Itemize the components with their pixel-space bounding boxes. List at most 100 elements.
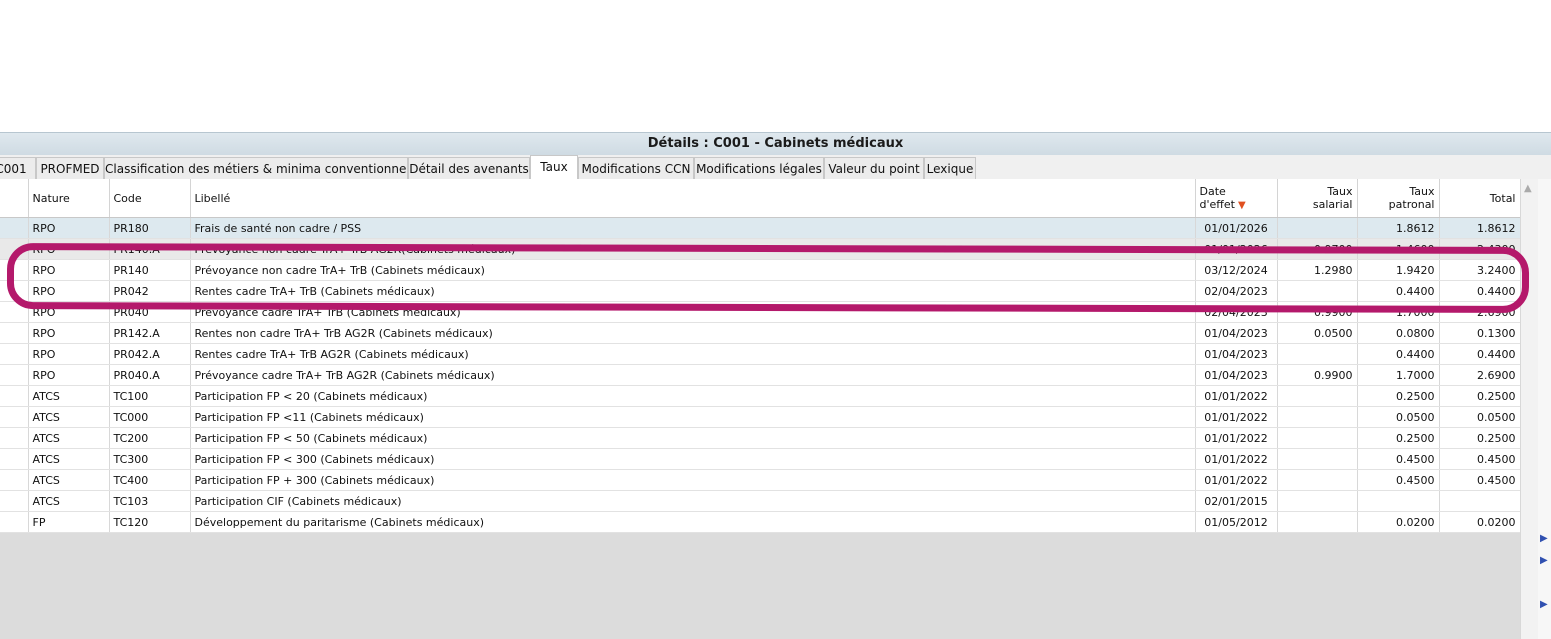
tab-valeur-du-point[interactable]: Valeur du point bbox=[824, 157, 924, 179]
table-row[interactable]: FP TC120 Développement du paritarisme (Cab… bbox=[0, 511, 1521, 533]
header-total[interactable]: Total bbox=[1439, 179, 1521, 218]
row-selector[interactable] bbox=[0, 511, 29, 533]
cell-code[interactable]: TC100 bbox=[109, 385, 191, 407]
cell-taux-salarial[interactable] bbox=[1277, 427, 1358, 449]
header-code[interactable]: Code bbox=[109, 179, 191, 218]
row-selector[interactable] bbox=[0, 301, 29, 323]
cell-nature[interactable]: ATCS bbox=[28, 448, 110, 470]
cell-libelle[interactable]: Rentes cadre TrA+ TrB AG2R (Cabinets méd… bbox=[190, 343, 1196, 365]
cell-total[interactable]: 0.0500 bbox=[1439, 406, 1521, 428]
tab-modifications-legales[interactable]: Modifications légales bbox=[694, 157, 824, 179]
cell-libelle[interactable]: Participation FP < 300 (Cabinets médicau… bbox=[190, 448, 1196, 470]
row-selector[interactable] bbox=[0, 364, 29, 386]
cell-taux-patronal[interactable]: 0.4400 bbox=[1357, 343, 1440, 365]
table-row[interactable]: RPO PR040 Prévoyance cadre TrA+ TrB (Cabin… bbox=[0, 301, 1521, 323]
row-selector[interactable] bbox=[0, 385, 29, 407]
cell-libelle[interactable]: Frais de santé non cadre / PSS bbox=[190, 217, 1196, 239]
tab-taux[interactable]: Taux bbox=[530, 155, 578, 179]
cell-code[interactable]: PR042.A bbox=[109, 343, 191, 365]
cell-total[interactable]: 2.6900 bbox=[1439, 364, 1521, 386]
cell-total[interactable]: 0.1300 bbox=[1439, 322, 1521, 344]
cell-taux-patronal[interactable]: 0.4500 bbox=[1357, 469, 1440, 491]
cell-total[interactable]: 2.6900 bbox=[1439, 301, 1521, 323]
vertical-scrollbar[interactable]: ▲ bbox=[1520, 179, 1539, 639]
cell-code[interactable]: TC103 bbox=[109, 490, 191, 512]
cell-taux-patronal[interactable]: 1.8612 bbox=[1357, 217, 1440, 239]
cell-total[interactable]: 0.4500 bbox=[1439, 469, 1521, 491]
cell-libelle[interactable]: Participation FP < 50 (Cabinets médicaux… bbox=[190, 427, 1196, 449]
cell-total[interactable]: 2.4300 bbox=[1439, 238, 1521, 260]
cell-total[interactable]: 1.8612 bbox=[1439, 217, 1521, 239]
cell-code[interactable]: TC300 bbox=[109, 448, 191, 470]
cell-libelle[interactable]: Prévoyance cadre TrA+ TrB (Cabinets médi… bbox=[190, 301, 1196, 323]
row-selector[interactable] bbox=[0, 469, 29, 491]
cell-taux-patronal[interactable]: 0.2500 bbox=[1357, 427, 1440, 449]
header-taux-patronal[interactable]: Taux patronal bbox=[1357, 179, 1440, 218]
cell-libelle[interactable]: Participation CIF (Cabinets médicaux) bbox=[190, 490, 1196, 512]
cell-taux-salarial[interactable] bbox=[1277, 385, 1358, 407]
cell-nature[interactable]: FP bbox=[28, 511, 110, 533]
cell-date-effet[interactable]: 01/05/2012 bbox=[1195, 511, 1278, 533]
cell-taux-patronal[interactable]: 1.4600 bbox=[1357, 238, 1440, 260]
cell-code[interactable]: TC000 bbox=[109, 406, 191, 428]
cell-total[interactable]: 3.2400 bbox=[1439, 259, 1521, 281]
cell-taux-salarial[interactable]: 0.9900 bbox=[1277, 301, 1358, 323]
cell-code[interactable]: PR142.A bbox=[109, 322, 191, 344]
cell-code[interactable]: PR180 bbox=[109, 217, 191, 239]
cell-taux-salarial[interactable]: 1.2980 bbox=[1277, 259, 1358, 281]
cell-taux-patronal[interactable]: 1.7000 bbox=[1357, 301, 1440, 323]
tab-classification[interactable]: Classification des métiers & minima conv… bbox=[104, 157, 408, 179]
cell-taux-patronal[interactable]: 0.0500 bbox=[1357, 406, 1440, 428]
cell-taux-salarial[interactable] bbox=[1277, 511, 1358, 533]
cell-nature[interactable]: ATCS bbox=[28, 406, 110, 428]
table-row[interactable]: RPO PR180 Frais de santé non cadre / PSS 01… bbox=[0, 217, 1521, 239]
cell-taux-salarial[interactable]: 0.0500 bbox=[1277, 322, 1358, 344]
expand-right-icon[interactable]: ▶ bbox=[1540, 533, 1548, 544]
table-row[interactable]: ATCS TC103 Participation CIF (Cabinets méd… bbox=[0, 490, 1521, 512]
cell-taux-patronal[interactable]: 0.0200 bbox=[1357, 511, 1440, 533]
tab-c001[interactable]: C001 bbox=[0, 157, 36, 179]
cell-code[interactable]: TC120 bbox=[109, 511, 191, 533]
table-row[interactable]: ATCS TC200 Participation FP < 50 (Cabinets… bbox=[0, 427, 1521, 449]
table-row[interactable]: RPO PR042 Rentes cadre TrA+ TrB (Cabinets … bbox=[0, 280, 1521, 302]
cell-libelle[interactable]: Prévoyance cadre TrA+ TrB AG2R (Cabinets… bbox=[190, 364, 1196, 386]
cell-date-effet[interactable]: 02/04/2023 bbox=[1195, 280, 1278, 302]
row-selector[interactable] bbox=[0, 406, 29, 428]
table-row[interactable]: RPO PR142.A Rentes non cadre TrA+ TrB AG2R… bbox=[0, 322, 1521, 344]
expand-right-icon-2[interactable]: ▶ bbox=[1540, 555, 1548, 566]
expand-right-icon-3[interactable]: ▶ bbox=[1540, 599, 1548, 610]
cell-date-effet[interactable]: 01/01/2022 bbox=[1195, 448, 1278, 470]
cell-date-effet[interactable]: 01/01/2022 bbox=[1195, 469, 1278, 491]
tab-modifications-ccn[interactable]: Modifications CCN bbox=[578, 157, 694, 179]
cell-total[interactable]: 0.2500 bbox=[1439, 385, 1521, 407]
cell-nature[interactable]: RPO bbox=[28, 217, 110, 239]
row-selector[interactable] bbox=[0, 490, 29, 512]
cell-taux-salarial[interactable]: 0.9700 bbox=[1277, 238, 1358, 260]
cell-code[interactable]: PR040 bbox=[109, 301, 191, 323]
cell-date-effet[interactable]: 01/01/2022 bbox=[1195, 406, 1278, 428]
cell-code[interactable]: TC200 bbox=[109, 427, 191, 449]
row-selector[interactable] bbox=[0, 448, 29, 470]
cell-date-effet[interactable]: 01/01/2022 bbox=[1195, 427, 1278, 449]
table-row[interactable]: RPO PR040.A Prévoyance cadre TrA+ TrB AG2R… bbox=[0, 364, 1521, 386]
cell-taux-salarial[interactable] bbox=[1277, 469, 1358, 491]
cell-nature[interactable]: RPO bbox=[28, 259, 110, 281]
cell-taux-salarial[interactable] bbox=[1277, 490, 1358, 512]
row-selector[interactable] bbox=[0, 217, 29, 239]
tab-lexique[interactable]: Lexique bbox=[924, 157, 976, 179]
cell-date-effet[interactable]: 02/04/2023 bbox=[1195, 301, 1278, 323]
table-row[interactable]: RPO PR140.A Prévoyance non cadre TrA+ TrB … bbox=[0, 238, 1521, 260]
cell-total[interactable]: 0.4500 bbox=[1439, 448, 1521, 470]
cell-code[interactable]: PR140.A bbox=[109, 238, 191, 260]
cell-total[interactable]: 0.4400 bbox=[1439, 280, 1521, 302]
cell-taux-salarial[interactable] bbox=[1277, 406, 1358, 428]
cell-date-effet[interactable]: 01/04/2023 bbox=[1195, 322, 1278, 344]
row-selector[interactable] bbox=[0, 259, 29, 281]
cell-total[interactable]: 0.4400 bbox=[1439, 343, 1521, 365]
cell-total[interactable]: 0.0200 bbox=[1439, 511, 1521, 533]
cell-date-effet[interactable]: 01/04/2023 bbox=[1195, 364, 1278, 386]
cell-code[interactable]: PR140 bbox=[109, 259, 191, 281]
table-row[interactable]: RPO PR140 Prévoyance non cadre TrA+ TrB (C… bbox=[0, 259, 1521, 281]
cell-taux-salarial[interactable]: 0.9900 bbox=[1277, 364, 1358, 386]
cell-libelle[interactable]: Participation FP + 300 (Cabinets médicau… bbox=[190, 469, 1196, 491]
